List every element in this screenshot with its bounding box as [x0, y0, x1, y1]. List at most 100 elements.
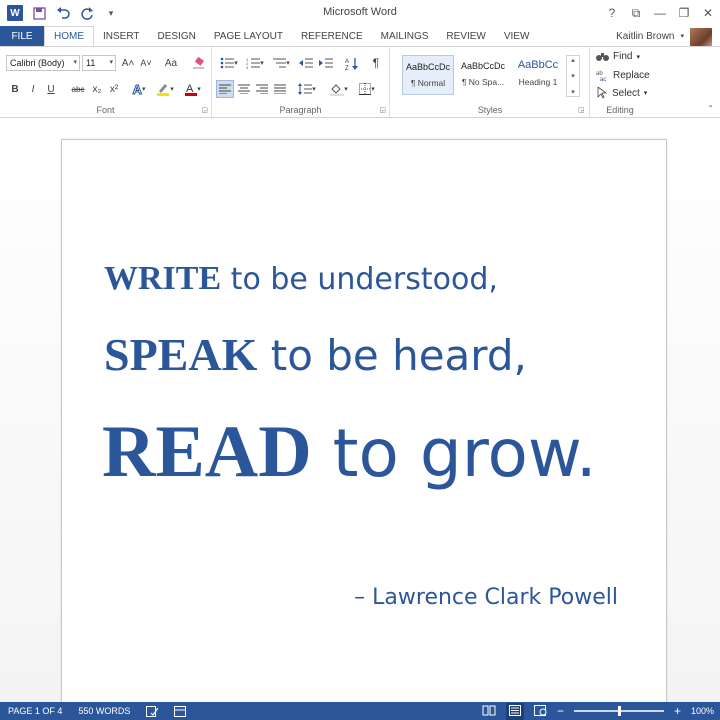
tab-review[interactable]: REVIEW [437, 26, 494, 46]
word-logo-icon[interactable]: W [4, 2, 26, 24]
zoom-slider[interactable] [573, 706, 664, 716]
font-name-value: Calibri (Body) [10, 58, 65, 68]
styles-dialog-launcher-icon[interactable]: ◲ [578, 106, 585, 114]
replace-button[interactable]: ab ac Replace [596, 69, 650, 82]
shading-icon[interactable]: ▾ [328, 81, 350, 97]
user-name: Kaitlin Brown [616, 30, 675, 42]
ribbon-tabs: FILE HOME INSERT DESIGN PAGE LAYOUT REFE… [0, 26, 720, 50]
customize-qat-icon[interactable]: ▾ [100, 2, 122, 24]
save-icon[interactable] [28, 2, 50, 24]
collapse-ribbon-icon[interactable]: ⌃ [707, 104, 714, 113]
decrease-indent-icon[interactable] [298, 55, 314, 71]
document-page[interactable]: WRITE to be understood, SPEAK to be hear… [61, 139, 667, 719]
sort-icon[interactable]: AZ [344, 55, 360, 71]
word-count[interactable]: 550 WORDS [70, 702, 138, 720]
undo-icon[interactable] [52, 2, 74, 24]
font-size-select[interactable]: 11 ▾ [82, 55, 116, 71]
cursor-icon [597, 87, 608, 99]
window-controls: ? ⧉ — ❐ ✕ [600, 0, 720, 26]
quote-line-3: READ to grow. [102, 410, 597, 495]
svg-text:Z: Z [345, 66, 349, 70]
tab-file[interactable]: FILE [0, 26, 44, 46]
bullets-icon[interactable]: ▾ [218, 55, 240, 71]
tab-home[interactable]: HOME [44, 26, 94, 46]
tab-design[interactable]: DESIGN [149, 26, 205, 46]
shrink-font-button[interactable]: A˅ [138, 55, 154, 71]
quote-author: – Lawrence Clark Powell [354, 585, 618, 610]
underline-button[interactable]: U [44, 81, 58, 97]
tab-insert[interactable]: INSERT [94, 26, 149, 46]
zoom-level[interactable]: 100% [691, 706, 714, 716]
chevron-down-icon: ▾ [643, 90, 648, 97]
web-layout-icon[interactable] [533, 704, 547, 718]
quote-keyword: READ [102, 411, 312, 493]
quote-line-1: WRITE to be understood, [104, 260, 498, 298]
align-left-icon[interactable] [216, 80, 234, 98]
font-name-select[interactable]: Calibri (Body) ▾ [6, 55, 80, 71]
chevron-up-icon[interactable]: ▴ [571, 56, 575, 64]
align-right-icon[interactable] [254, 81, 270, 97]
subscript-button[interactable]: x₂ [90, 81, 104, 97]
strikethrough-button[interactable]: abc [68, 81, 88, 97]
style-name: ¶ Normal [410, 78, 446, 88]
zoom-out-button[interactable]: − [557, 704, 564, 718]
style-sample: AaBbCcDc [405, 62, 450, 72]
text-effects-icon[interactable]: A ▾ [130, 81, 148, 97]
read-mode-icon[interactable] [482, 705, 496, 718]
font-group: Calibri (Body) ▾ 11 ▾ A˄ A˅ Aa B I U abc x… [0, 47, 212, 117]
styles-group-label: Styles [477, 105, 503, 115]
font-dialog-launcher-icon[interactable]: ◲ [201, 106, 208, 114]
change-case-button[interactable]: Aa [160, 55, 182, 71]
style-no-spacing[interactable]: AaBbCcDc ¶ No Spa... [457, 55, 509, 95]
zoom-in-button[interactable]: + [674, 704, 681, 718]
show-formatting-marks-button[interactable]: ¶ [368, 55, 384, 71]
svg-text:A: A [345, 59, 349, 65]
select-label: Select [612, 87, 640, 99]
increase-indent-icon[interactable] [318, 55, 334, 71]
font-color-icon[interactable]: A ▾ [182, 81, 204, 97]
line-spacing-icon[interactable]: ▾ [296, 81, 318, 97]
grow-font-button[interactable]: A˄ [120, 55, 136, 71]
style-heading-1[interactable]: AaBbCc Heading 1 [512, 55, 564, 95]
italic-button[interactable]: I [26, 81, 40, 97]
tab-mailings[interactable]: MAILINGS [372, 26, 438, 46]
align-center-icon[interactable] [236, 81, 252, 97]
bold-button[interactable]: B [8, 81, 22, 97]
multilevel-list-icon[interactable]: ▾ [270, 55, 292, 71]
style-name: Heading 1 [518, 77, 558, 87]
restore-icon[interactable]: ❐ [672, 0, 696, 26]
page-count[interactable]: PAGE 1 OF 4 [0, 702, 70, 720]
redo-icon[interactable] [76, 2, 98, 24]
help-icon[interactable]: ? [600, 0, 624, 26]
macro-recording-icon[interactable] [166, 702, 194, 720]
tab-view[interactable]: VIEW [495, 26, 539, 46]
select-button[interactable]: Select ▾ [596, 87, 647, 99]
chevron-down-icon: ▾ [680, 33, 684, 40]
style-normal[interactable]: AaBbCcDc ¶ Normal [402, 55, 454, 95]
more-styles-icon[interactable]: ▾ [571, 88, 575, 96]
proofing-icon[interactable] [138, 702, 166, 720]
paragraph-group: ▾ 1 2 3 ▾ ▾ AZ ¶ ▾ ▾ ▾ Paragraph ◲ [212, 47, 390, 117]
print-layout-icon[interactable] [505, 702, 524, 720]
numbering-icon[interactable]: 1 2 3 ▾ [244, 55, 266, 71]
tab-reference[interactable]: REFERENCE [292, 26, 372, 46]
quote-text: to be understood, [221, 262, 498, 297]
close-icon[interactable]: ✕ [696, 0, 720, 26]
find-button[interactable]: Find ▾ [596, 51, 640, 62]
quote-line-2: SPEAK to be heard, [104, 328, 527, 381]
minimize-icon[interactable]: — [648, 0, 672, 26]
quote-text: to be heard, [257, 331, 527, 380]
zoom-slider-thumb[interactable] [617, 706, 621, 716]
chevron-down-icon: ▾ [636, 53, 640, 61]
superscript-button[interactable]: x² [107, 81, 121, 97]
ribbon-display-options-icon[interactable]: ⧉ [624, 0, 648, 26]
highlight-icon[interactable]: ▾ [154, 81, 176, 97]
styles-scroll[interactable]: ▴ ▾ ▾ [566, 55, 580, 97]
user-account[interactable]: Kaitlin Brown ▾ [616, 26, 712, 50]
borders-icon[interactable]: ▾ [356, 81, 378, 97]
tab-page-layout[interactable]: PAGE LAYOUT [205, 26, 292, 46]
clear-formatting-icon[interactable] [190, 55, 206, 71]
justify-icon[interactable] [272, 81, 288, 97]
chevron-down-icon[interactable]: ▾ [571, 72, 575, 80]
paragraph-dialog-launcher-icon[interactable]: ◲ [379, 106, 386, 114]
